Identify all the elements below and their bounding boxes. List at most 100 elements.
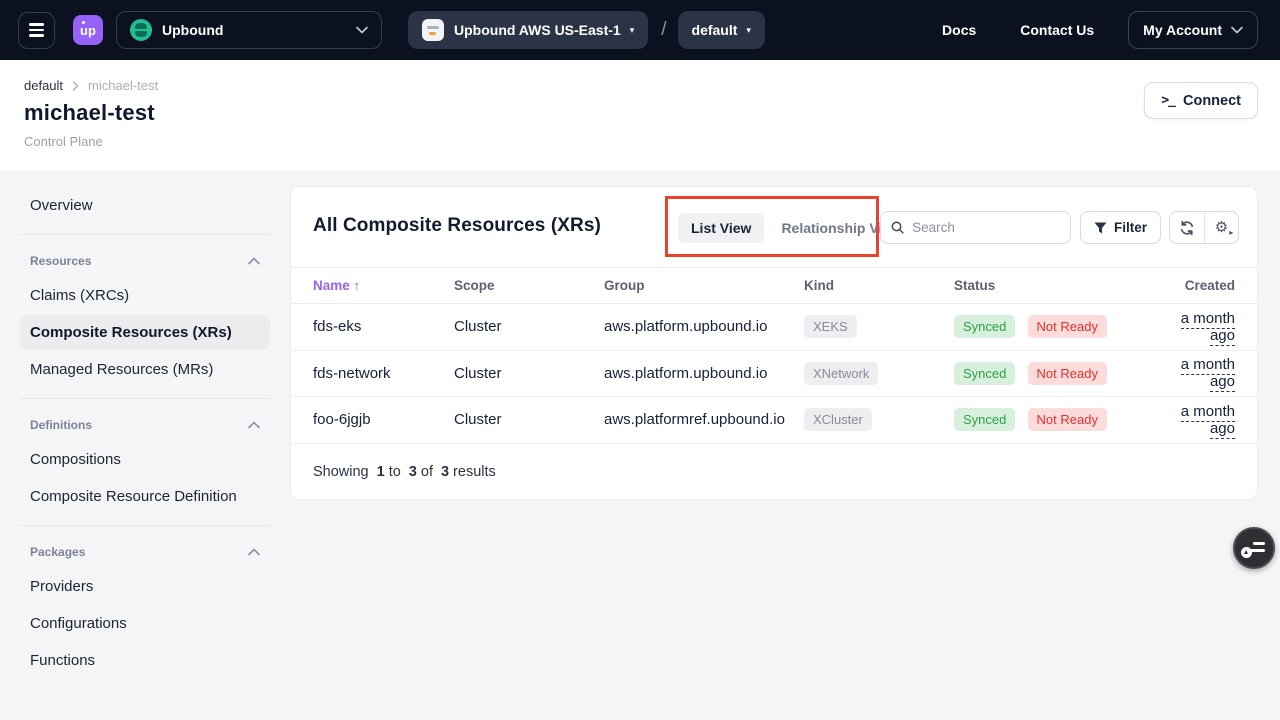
group-label: default bbox=[692, 22, 738, 38]
cell-scope: Cluster bbox=[454, 411, 604, 428]
sidebar-section-resources[interactable]: Resources bbox=[20, 246, 270, 276]
control-plane-icon bbox=[422, 19, 444, 41]
column-header-status[interactable]: Status bbox=[954, 278, 1154, 293]
breadcrumb-group-link[interactable]: default bbox=[24, 78, 63, 93]
slash-separator: / bbox=[661, 19, 666, 41]
sidebar-item-overview[interactable]: Overview bbox=[20, 188, 270, 223]
org-selector-label: Upbound bbox=[162, 22, 223, 38]
chevron-down-icon bbox=[356, 21, 368, 39]
cell-name[interactable]: fds-network bbox=[313, 365, 454, 382]
table-toolbar: Filter ⚙▸ bbox=[880, 211, 1239, 244]
status-badge-synced: Synced bbox=[954, 315, 1015, 338]
panel-header: All Composite Resources (XRs) List View … bbox=[291, 187, 1257, 267]
filter-label: Filter bbox=[1114, 220, 1147, 235]
cell-name[interactable]: fds-eks bbox=[313, 318, 454, 335]
cell-status: Synced Not Ready bbox=[954, 362, 1154, 385]
table-header-row: Name ↑ Scope Group Kind Status Created bbox=[291, 267, 1257, 304]
cell-created: a month ago bbox=[1154, 403, 1235, 437]
cell-created: a month ago bbox=[1154, 356, 1235, 390]
navbar-right-group: Docs Contact Us My Account bbox=[898, 11, 1258, 49]
breadcrumb-current: michael-test bbox=[88, 78, 158, 93]
column-header-group[interactable]: Group bbox=[604, 278, 804, 293]
sidebar-item-configurations[interactable]: Configurations bbox=[20, 606, 270, 641]
refresh-icon bbox=[1179, 220, 1195, 236]
tab-list-view[interactable]: List View bbox=[678, 213, 764, 243]
refresh-button[interactable] bbox=[1170, 212, 1204, 243]
sort-asc-icon: ↑ bbox=[354, 278, 361, 293]
page-subtitle: Control Plane bbox=[24, 134, 1258, 149]
sidebar-item-managed-resources-mrs[interactable]: Managed Resources (MRs) bbox=[20, 352, 270, 387]
caret-down-icon: ▾ bbox=[746, 25, 751, 36]
cell-kind: XEKS bbox=[804, 315, 954, 338]
kind-badge: XNetwork bbox=[804, 362, 878, 385]
sidebar-divider bbox=[20, 398, 270, 399]
upbound-logo[interactable]: up bbox=[73, 15, 103, 45]
kind-badge: XCluster bbox=[804, 408, 872, 431]
created-tooltip-text[interactable]: a month ago bbox=[1181, 403, 1235, 439]
connect-label: Connect bbox=[1183, 93, 1241, 109]
sidebar-section-packages[interactable]: Packages bbox=[20, 537, 270, 567]
section-header-label: Definitions bbox=[30, 418, 92, 432]
page-title: michael-test bbox=[24, 100, 1258, 126]
status-badge-not-ready: Not Ready bbox=[1028, 408, 1107, 431]
connect-button[interactable]: >_ Connect bbox=[1144, 82, 1258, 119]
sidebar-item-composite-resource-definition[interactable]: Composite Resource Definition bbox=[20, 479, 270, 514]
view-toggle-tabs: List View Relationship View bbox=[678, 212, 914, 244]
filter-button[interactable]: Filter bbox=[1080, 211, 1161, 244]
search-input[interactable] bbox=[912, 220, 1060, 235]
section-header-label: Packages bbox=[30, 545, 85, 559]
sidebar-section-definitions[interactable]: Definitions bbox=[20, 410, 270, 440]
cell-group: aws.platform.upbound.io bbox=[604, 365, 804, 382]
cell-status: Synced Not Ready bbox=[954, 315, 1154, 338]
results-total: 3 bbox=[441, 464, 449, 480]
sidebar-item-claims-xrcs[interactable]: Claims (XRCs) bbox=[20, 278, 270, 313]
page-header: default michael-test michael-test Contro… bbox=[0, 60, 1280, 170]
search-box bbox=[880, 211, 1071, 244]
chevron-up-icon bbox=[248, 257, 260, 265]
created-tooltip-text[interactable]: a month ago bbox=[1181, 356, 1235, 392]
results-from: 1 bbox=[377, 464, 385, 480]
hamburger-menu-button[interactable] bbox=[18, 12, 55, 49]
control-plane-label: Upbound AWS US-East-1 bbox=[454, 22, 621, 38]
results-summary: Showing 1 to 3 of 3 results bbox=[291, 444, 1257, 501]
created-tooltip-text[interactable]: a month ago bbox=[1181, 310, 1235, 346]
table-row[interactable]: fds-eks Cluster aws.platform.upbound.io … bbox=[291, 304, 1257, 351]
section-header-label: Resources bbox=[30, 254, 91, 268]
navbar-left-group: up Upbound Upbound AWS US-East-1 ▾ / def… bbox=[18, 11, 765, 49]
content-area: Overview Resources Claims (XRCs) Composi… bbox=[0, 170, 1280, 720]
feedback-widget-button[interactable] bbox=[1233, 527, 1275, 569]
composite-resources-panel: All Composite Resources (XRs) List View … bbox=[290, 186, 1258, 500]
top-navbar: up Upbound Upbound AWS US-East-1 ▾ / def… bbox=[0, 0, 1280, 60]
table-row[interactable]: fds-network Cluster aws.platform.upbound… bbox=[291, 351, 1257, 398]
column-header-scope[interactable]: Scope bbox=[454, 278, 604, 293]
my-account-button[interactable]: My Account bbox=[1128, 11, 1258, 49]
auto-refresh-settings-button[interactable]: ⚙▸ bbox=[1204, 212, 1238, 243]
refresh-button-group: ⚙▸ bbox=[1169, 211, 1239, 244]
sidebar-item-providers[interactable]: Providers bbox=[20, 569, 270, 604]
chevron-down-icon bbox=[1231, 26, 1243, 34]
cell-created: a month ago bbox=[1154, 310, 1235, 344]
kind-badge: XEKS bbox=[804, 315, 857, 338]
table-row[interactable]: foo-6jgjb Cluster aws.platformref.upboun… bbox=[291, 397, 1257, 444]
chevron-up-icon bbox=[248, 548, 260, 556]
column-header-name[interactable]: Name ↑ bbox=[313, 278, 454, 293]
chevron-up-icon bbox=[248, 421, 260, 429]
column-header-kind[interactable]: Kind bbox=[804, 278, 954, 293]
hamburger-icon bbox=[29, 23, 44, 25]
cell-name[interactable]: foo-6jgjb bbox=[313, 411, 454, 428]
control-plane-selector[interactable]: Upbound AWS US-East-1 ▾ bbox=[408, 11, 648, 49]
status-badge-not-ready: Not Ready bbox=[1028, 362, 1107, 385]
cell-status: Synced Not Ready bbox=[954, 408, 1154, 431]
sidebar-item-composite-resources-xrs[interactable]: Composite Resources (XRs) bbox=[20, 315, 270, 350]
gear-icon: ⚙▸ bbox=[1215, 220, 1228, 235]
group-selector[interactable]: default ▾ bbox=[678, 11, 765, 49]
nav-link-contact-us[interactable]: Contact Us bbox=[1020, 22, 1094, 38]
sidebar-item-functions[interactable]: Functions bbox=[20, 643, 270, 678]
cell-group: aws.platform.upbound.io bbox=[604, 318, 804, 335]
sidebar-item-compositions[interactable]: Compositions bbox=[20, 442, 270, 477]
org-selector-dropdown[interactable]: Upbound bbox=[116, 11, 382, 49]
nav-link-docs[interactable]: Docs bbox=[942, 22, 976, 38]
cell-kind: XCluster bbox=[804, 408, 954, 431]
column-header-created[interactable]: Created bbox=[1154, 278, 1235, 293]
sidebar-divider bbox=[20, 525, 270, 526]
